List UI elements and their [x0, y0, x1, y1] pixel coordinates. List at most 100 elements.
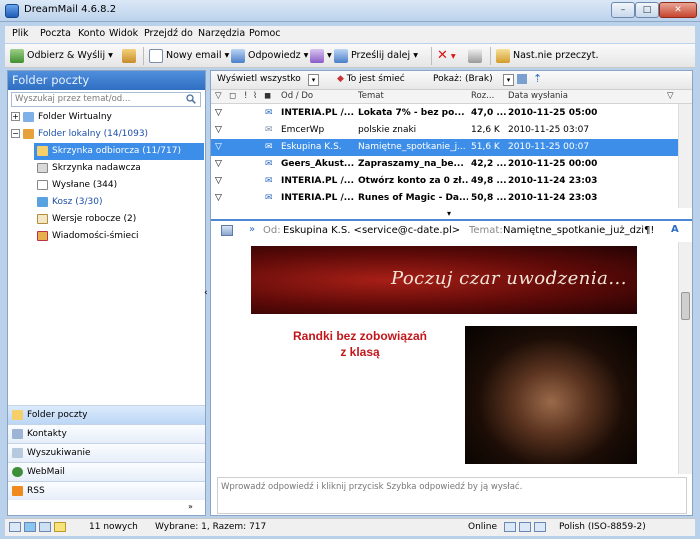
maximize-button[interactable]: □	[635, 2, 659, 18]
preview-scroll-thumb[interactable]	[681, 292, 690, 320]
close-button[interactable]: ✕	[659, 2, 697, 18]
flag-icon[interactable]: ▽	[215, 156, 222, 173]
font-size-icon[interactable]: A	[671, 224, 679, 235]
pin-icon[interactable]: ⇡	[533, 72, 542, 85]
contacts-icon	[12, 428, 23, 439]
minimize-button[interactable]: –	[611, 2, 635, 18]
tree-folder-inbox[interactable]: Skrzynka odbiorcza (11/717)	[34, 143, 204, 160]
nav-webmail[interactable]: WebMail	[8, 462, 205, 481]
filter-options-icon[interactable]	[517, 74, 527, 84]
message-from: INTERIA.PL /...	[281, 108, 355, 118]
nav-kontakty[interactable]: Kontakty	[8, 424, 205, 443]
reply-button[interactable]: Odpowiedz ▾	[231, 47, 308, 65]
tree-folder-trash[interactable]: Kosz (3/30)	[37, 194, 102, 211]
preview-scrollbar[interactable]	[678, 242, 692, 474]
new-email-button[interactable]: Nowy email ▾	[149, 47, 229, 65]
expand-header-icon[interactable]: »	[249, 224, 255, 235]
quick-reply-input[interactable]: Wprowadź odpowiedź i kliknij przycisk Sz…	[217, 477, 687, 514]
notes-icon[interactable]	[53, 522, 66, 532]
menu-poczta[interactable]: Poczta	[40, 28, 71, 39]
message-from: INTERIA.PL /...	[281, 193, 355, 203]
collapse-icon[interactable]: −	[11, 129, 20, 138]
promo-line-2: z klasą	[340, 345, 380, 359]
title-bar: DreamMail 4.6.8.2 – □ ✕	[0, 0, 700, 22]
toolbar-separator	[143, 47, 144, 65]
tree-folder-virtual[interactable]: + Folder Wirtualny	[11, 109, 112, 126]
promo-heading[interactable]: Randki bez zobowiązań z klasą	[275, 328, 445, 360]
message-from: Geers_Akust...	[281, 159, 355, 169]
splitter-handle-icon[interactable]: ▾	[447, 209, 451, 218]
column-date[interactable]: Data wysłania	[508, 91, 568, 101]
view-filter-dropdown[interactable]: ▾	[308, 74, 319, 86]
status-column-icon[interactable]: ◼	[264, 91, 271, 101]
folder-search-input[interactable]: Wyszukaj przez temat/od...	[11, 92, 201, 107]
mark-spam-button[interactable]: ◆ To jest śmieć	[337, 74, 405, 84]
message-row[interactable]: ▽ ✉ INTERIA.PL /... Otwórz konto za 0 zł…	[211, 173, 678, 190]
flag-icon[interactable]: ▽	[215, 105, 222, 122]
menu-narzedzia[interactable]: Narzędzia	[198, 28, 245, 39]
accounts-button[interactable]	[122, 47, 139, 65]
network-icon[interactable]	[23, 522, 36, 532]
column-from[interactable]: Od / Do	[281, 91, 313, 101]
forward-button[interactable]: Prześlij dalej ▾	[334, 47, 418, 65]
sort-chevron-icon[interactable]: ▽	[667, 91, 674, 101]
next-unread-button[interactable]: Nast.nie przeczyt.	[496, 47, 599, 65]
show-select[interactable]: (Brak)	[465, 74, 493, 84]
column-subject[interactable]: Temat	[358, 91, 384, 101]
status-online: Online	[468, 522, 498, 532]
flag-column-icon[interactable]: ▽	[215, 91, 222, 101]
column-size[interactable]: Roz...	[471, 91, 494, 101]
layout-icon[interactable]	[9, 522, 21, 532]
from-label: Od:	[263, 225, 281, 236]
priority-column-icon[interactable]: !	[244, 91, 247, 101]
menu-konto[interactable]: Konto	[78, 28, 105, 39]
view-layout-2-icon[interactable]	[518, 522, 531, 532]
flag-icon[interactable]: ▽	[215, 173, 222, 190]
flag-icon[interactable]: ▽	[215, 139, 222, 156]
message-date: 2010-11-25 05:00	[508, 108, 598, 118]
accounts-icon	[122, 48, 136, 63]
nav-folder-poczty[interactable]: Folder poczty	[8, 405, 205, 424]
next-unread-label: Nast.nie przeczyt.	[513, 50, 599, 61]
flag-icon[interactable]: ▽	[215, 122, 222, 139]
tree-folder-junk[interactable]: Wiadomości-śmieci	[37, 228, 139, 245]
tree-folder-drafts[interactable]: Wersje robocze (2)	[37, 211, 136, 228]
send-receive-button[interactable]: Odbierz & Wyślij ▾	[10, 47, 113, 65]
reply-all-button[interactable]: ▾	[310, 47, 332, 65]
message-row[interactable]: ▽ ✉ Geers_Akust... Zapraszamy_na_be... 4…	[211, 156, 678, 173]
message-row[interactable]: ▽ ✉ INTERIA.PL /... Runes of Magic - Da.…	[211, 190, 678, 207]
message-row[interactable]: ▽ ✉ INTERIA.PL /... Lokata 7% - bez po..…	[211, 105, 678, 122]
tree-label: Wysłane (344)	[52, 180, 118, 190]
message-row-selected[interactable]: ▽ ✉ Eskupina K.S. Namiętne_spotkanie_j..…	[211, 139, 678, 156]
tree-folder-local[interactable]: − Folder lokalny (14/1093)	[11, 126, 148, 143]
nav-label: Wyszukiwanie	[27, 448, 91, 458]
flag-icon[interactable]: ▽	[215, 190, 222, 207]
message-subject: Zapraszamy_na_be...	[358, 159, 464, 169]
read-column-icon[interactable]: ◻	[229, 91, 236, 101]
tree-folder-sent[interactable]: Wysłane (344)	[37, 177, 117, 194]
show-dropdown[interactable]: ▾	[503, 74, 514, 86]
delete-button[interactable]: ✕ ▾	[437, 47, 456, 65]
menu-widok[interactable]: Widok	[109, 28, 138, 39]
view-layout-3-icon[interactable]	[533, 522, 546, 532]
search-icon[interactable]	[186, 94, 196, 104]
status-encoding[interactable]: Polish (ISO-8859-2)	[559, 522, 646, 532]
print-button[interactable]	[468, 47, 485, 65]
message-options-icon[interactable]	[221, 225, 233, 236]
globe-icon	[12, 466, 23, 477]
attachment-column-icon[interactable]: ⌇	[253, 91, 257, 101]
collapse-left-pane-icon[interactable]: ‹	[204, 288, 208, 298]
message-list-scrollbar[interactable]	[678, 104, 692, 208]
nav-more-chevron-icon[interactable]: »	[188, 502, 193, 511]
view-layout-1-icon[interactable]	[504, 522, 516, 532]
message-date: 2010-11-25 00:07	[508, 142, 590, 152]
message-row[interactable]: ▽ ✉ EmcerWp polskie znaki 12,6 K 2010-11…	[211, 122, 678, 139]
expand-icon[interactable]: +	[11, 112, 20, 121]
menu-pomoc[interactable]: Pomoc	[249, 28, 281, 39]
contacts-status-icon[interactable]	[38, 522, 51, 532]
tree-folder-outbox[interactable]: Skrzynka nadawcza	[37, 160, 141, 177]
nav-wyszukiwanie[interactable]: Wyszukiwanie	[8, 443, 205, 462]
menu-plik[interactable]: Plik	[12, 28, 29, 39]
nav-rss[interactable]: RSS	[8, 481, 205, 500]
menu-przejdz-do[interactable]: Przejdź do	[144, 28, 193, 39]
